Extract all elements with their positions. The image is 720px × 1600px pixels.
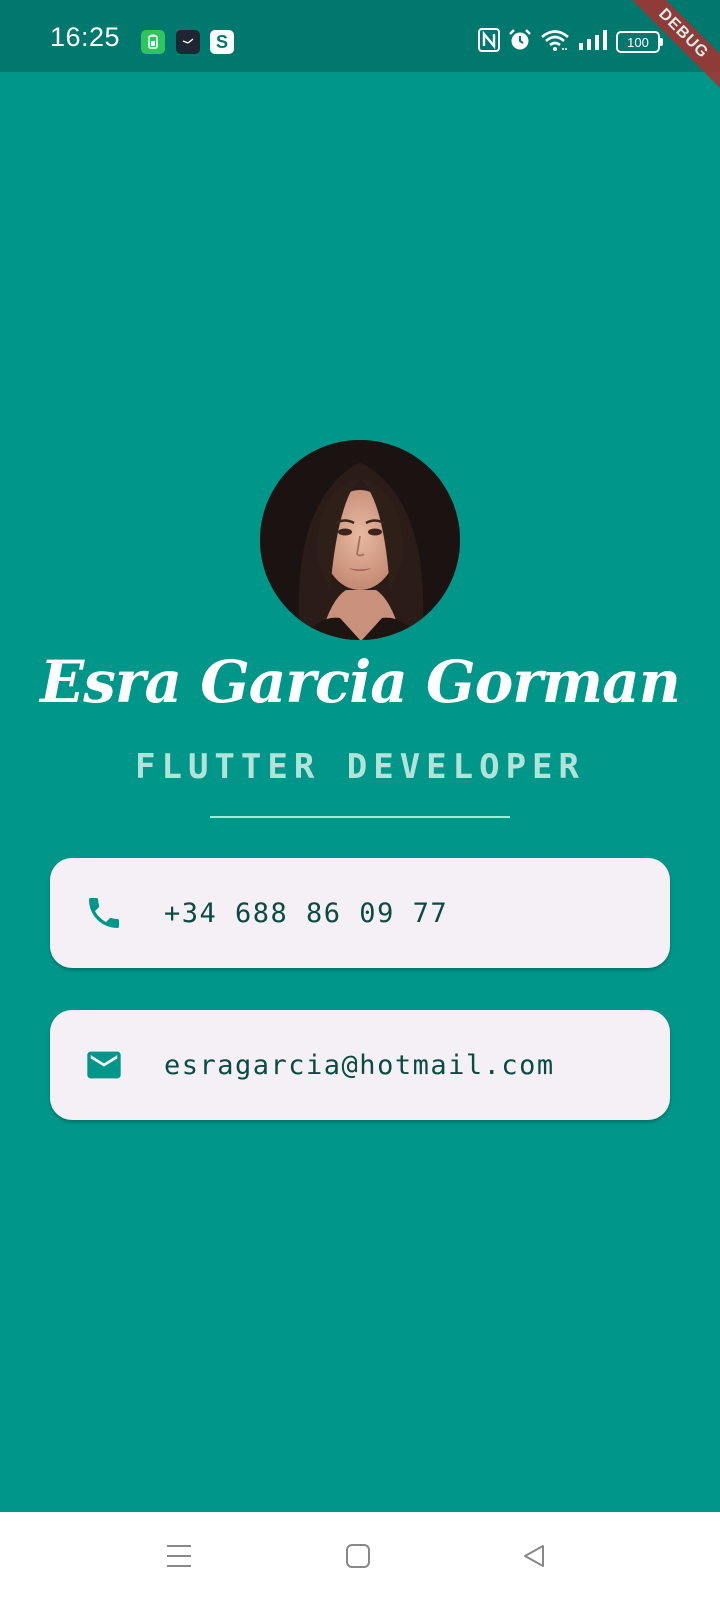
battery-icon: 100	[616, 31, 663, 53]
status-bar: 16:25 S 100	[0, 0, 720, 72]
navigation-bar	[0, 1512, 720, 1600]
home-icon[interactable]	[336, 1534, 380, 1578]
s-app-icon: S	[210, 30, 234, 54]
phone-icon	[84, 893, 124, 933]
avatar	[260, 440, 460, 640]
phone-number: +34 688 86 09 77	[164, 897, 449, 929]
profile-title: FLUTTER DEVELOPER	[135, 747, 585, 787]
system-status-icons: 100	[478, 28, 663, 56]
menu-icon[interactable]	[157, 1534, 201, 1578]
wifi-icon	[540, 28, 570, 56]
email-address: esragarcia@hotmail.com	[164, 1049, 555, 1081]
phone-card[interactable]: +34 688 86 09 77	[50, 858, 670, 968]
battery-saver-icon	[141, 30, 165, 54]
battery-level: 100	[627, 34, 649, 50]
back-icon[interactable]	[512, 1534, 556, 1578]
alarm-icon	[508, 28, 532, 56]
clock-app-icon	[176, 30, 200, 54]
status-time: 16:25	[50, 22, 121, 52]
email-icon	[84, 1045, 124, 1085]
divider	[210, 816, 510, 818]
nfc-icon	[478, 28, 500, 56]
app-screen: 16:25 S 100 DEBUG Esra Garcia Gorman FLU…	[0, 0, 720, 1600]
profile-name: Esra Garcia Gorman	[40, 648, 681, 716]
signal-icon	[578, 29, 608, 55]
email-card[interactable]: esragarcia@hotmail.com	[50, 1010, 670, 1120]
